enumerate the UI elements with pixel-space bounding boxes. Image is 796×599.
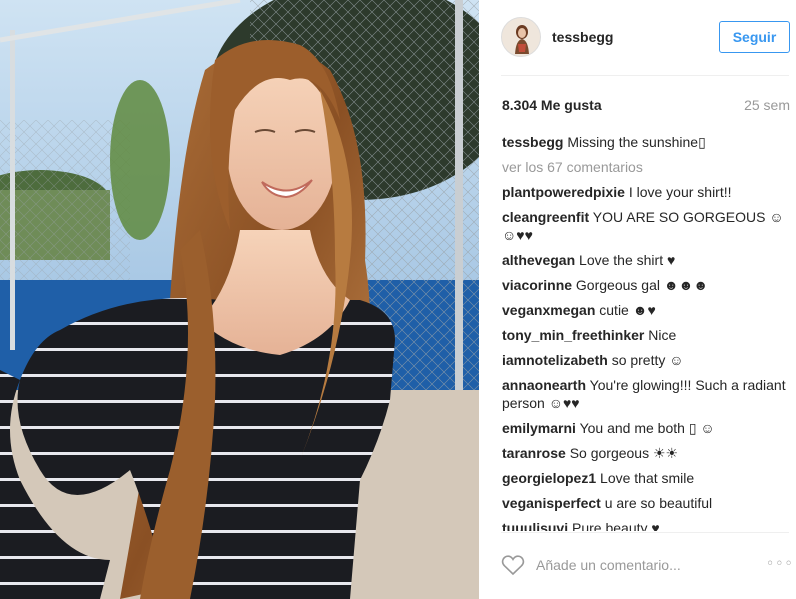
comment-item: tuuulisuvi Pure beauty ♥: [502, 519, 789, 531]
caption-text: Missing the sunshine▯: [567, 134, 706, 150]
comment-username[interactable]: emilymarni: [502, 420, 576, 436]
comment-item: iamnotelizabeth so pretty ☺: [502, 351, 789, 369]
divider: [501, 532, 789, 533]
comment-item: emilymarni You and me both ▯ ☺: [502, 419, 789, 437]
comment-text: Gorgeous gal ☻☻☻: [575, 277, 709, 293]
comment-username[interactable]: georgielopez1: [502, 470, 596, 486]
comment-item: plantpoweredpixie I love your shirt!!: [502, 183, 789, 201]
post-photo-image: [0, 0, 479, 599]
post-timestamp[interactable]: 25 sem: [744, 97, 790, 113]
caption-username[interactable]: tessbegg: [502, 134, 563, 150]
comment-text: Pure beauty ♥: [572, 520, 660, 531]
avatar-image: [502, 18, 540, 56]
comment-text: You and me both ▯ ☺: [579, 420, 715, 436]
view-all-comments-link[interactable]: ver los 67 comentarios: [502, 158, 789, 176]
avatar[interactable]: [501, 17, 541, 57]
username[interactable]: tessbegg: [552, 29, 613, 45]
post-photo[interactable]: [0, 0, 479, 599]
divider: [501, 75, 789, 76]
comment-text: cutie ☻♥: [599, 302, 656, 318]
follow-button[interactable]: Seguir: [719, 21, 790, 53]
comment-username[interactable]: tuuulisuvi: [502, 520, 568, 531]
comment-username[interactable]: tony_min_freethinker: [502, 327, 644, 343]
comment-item: annaonearth You're glowing!!! Such a rad…: [502, 376, 789, 412]
post-sidebar: tessbegg Seguir 8.304 Me gusta 25 sem te…: [479, 0, 796, 599]
comment-item: althevegan Love the shirt ♥: [502, 251, 789, 269]
comment-text: So gorgeous ☀☀: [569, 445, 679, 461]
comment-item: taranrose So gorgeous ☀☀: [502, 444, 789, 462]
add-comment-input[interactable]: [536, 553, 736, 577]
comment-username[interactable]: plantpoweredpixie: [502, 184, 625, 200]
comment-item: tony_min_freethinker Nice: [502, 326, 789, 344]
ellipsis-icon[interactable]: ◦◦◦: [766, 556, 794, 572]
comment-username[interactable]: althevegan: [502, 252, 575, 268]
comment-item: georgielopez1 Love that smile: [502, 469, 789, 487]
comment-text: I love your shirt!!: [628, 184, 732, 200]
comment-username[interactable]: viacorinne: [502, 277, 572, 293]
comment-username[interactable]: annaonearth: [502, 377, 586, 393]
comment-username[interactable]: veganisperfect: [502, 495, 601, 511]
comment-text: Nice: [648, 327, 677, 343]
comment-item: viacorinne Gorgeous gal ☻☻☻: [502, 276, 789, 294]
post-header: tessbegg Seguir: [501, 17, 792, 57]
comment-item: veganxmegan cutie ☻♥: [502, 301, 789, 319]
comment-username[interactable]: cleangreenfit: [502, 209, 589, 225]
comment-text: u are so beautiful: [604, 495, 713, 511]
likes-count[interactable]: 8.304 Me gusta: [502, 97, 602, 113]
comment-text: so pretty ☺: [611, 352, 684, 368]
comment-text: Love that smile: [600, 470, 695, 486]
comment-item: cleangreenfit YOU ARE SO GORGEOUS ☺☺♥♥: [502, 208, 789, 244]
caption: tessbegg Missing the sunshine▯: [502, 133, 789, 151]
comment-username[interactable]: iamnotelizabeth: [502, 352, 608, 368]
comment-username[interactable]: veganxmegan: [502, 302, 595, 318]
comment-item: veganisperfect u are so beautiful: [502, 494, 789, 512]
comment-text: Love the shirt ♥: [579, 252, 676, 268]
comments-list: tessbegg Missing the sunshine▯ ver los 6…: [502, 133, 789, 531]
comment-username[interactable]: taranrose: [502, 445, 566, 461]
heart-icon[interactable]: [501, 554, 525, 576]
